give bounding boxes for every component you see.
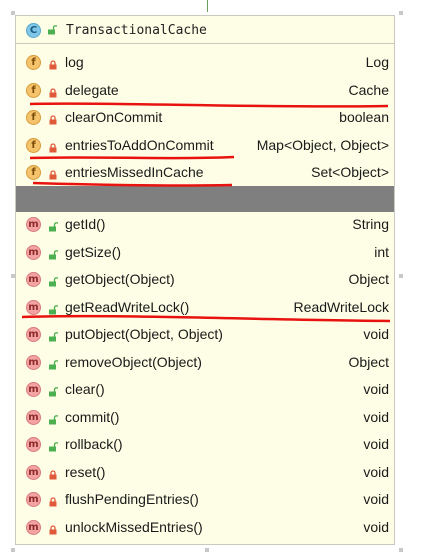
method-row[interactable]: m getSize() int <box>16 239 394 266</box>
unlock-icon <box>48 412 59 424</box>
field-icon: f <box>26 165 41 180</box>
lock-icon <box>48 85 58 97</box>
method-icon: m <box>26 464 41 480</box>
method-name: getId() <box>65 216 106 232</box>
method-name: putObject(Object, Object) <box>65 326 223 342</box>
field-type: Log <box>365 54 389 70</box>
field-name: delegate <box>65 81 119 98</box>
unlock-icon <box>48 357 59 369</box>
class-name: TransactionalCache <box>66 23 207 38</box>
method-icon: m <box>26 437 41 452</box>
lock-icon <box>48 494 58 507</box>
method-row[interactable]: m getReadWriteLock() ReadWriteLock <box>16 294 394 321</box>
return-type: String <box>352 216 389 232</box>
return-type: void <box>363 463 389 480</box>
return-type: void <box>363 518 389 535</box>
unlock-icon <box>48 25 57 35</box>
method-icon: m <box>26 217 41 232</box>
unlock-icon <box>48 329 59 342</box>
method-name: getObject(Object) <box>65 271 175 287</box>
method-name: getSize() <box>65 243 122 260</box>
unlock-icon <box>48 247 59 259</box>
method-icon: m <box>26 244 41 260</box>
method-row[interactable]: m removeObject(Object) Object <box>16 349 394 376</box>
field-row[interactable]: f log Log <box>16 49 394 76</box>
field-row[interactable]: f entriesToAddOnCommit Map<Object, Object> <box>16 132 394 159</box>
return-type: void <box>363 408 389 425</box>
field-name: log <box>65 54 84 70</box>
lock-icon <box>48 467 58 479</box>
section-separator <box>16 186 394 212</box>
method-name: rollback() <box>65 436 123 452</box>
field-name: entriesMissedInCache <box>65 164 204 180</box>
method-name: reset() <box>65 463 106 480</box>
resize-handle-bottom-mid[interactable] <box>205 548 209 552</box>
method-icon: m <box>26 272 41 287</box>
method-row[interactable]: m clear() void <box>16 376 394 403</box>
unlock-icon <box>48 384 59 397</box>
method-icon: m <box>26 519 41 535</box>
return-type: int <box>374 243 389 260</box>
unlock-icon <box>48 302 59 314</box>
resize-handle-bottom-left[interactable] <box>11 548 15 552</box>
method-name: removeObject(Object) <box>65 353 202 370</box>
field-name: entriesToAddOnCommit <box>65 136 214 153</box>
lock-icon <box>48 167 58 180</box>
return-type: ReadWriteLock <box>293 298 389 315</box>
resize-handle-right-mid[interactable] <box>399 274 403 278</box>
return-type: Object <box>348 353 389 370</box>
field-icon: f <box>26 82 41 98</box>
method-icon: m <box>26 382 41 397</box>
field-type: Map<Object, Object> <box>256 136 389 153</box>
unlock-icon <box>48 219 59 232</box>
field-type: boolean <box>339 109 389 125</box>
method-row[interactable]: m unlockMissedEntries() void <box>16 514 394 541</box>
class-icon: C <box>26 23 41 38</box>
field-name: clearOnCommit <box>65 109 163 125</box>
unlock-icon <box>48 439 59 452</box>
method-icon: m <box>26 299 41 315</box>
field-icon: f <box>26 55 41 70</box>
resize-handle-bottom-right[interactable] <box>399 548 403 552</box>
resize-handle-top-right[interactable] <box>399 11 403 15</box>
class-header: C TransactionalCache <box>16 16 394 44</box>
method-row[interactable]: m getId() String <box>16 211 394 238</box>
method-name: clear() <box>65 381 105 397</box>
method-row[interactable]: m rollback() void <box>16 431 394 458</box>
field-row[interactable]: f entriesMissedInCache Set<Object> <box>16 159 394 186</box>
method-row[interactable]: m putObject(Object, Object) void <box>16 321 394 348</box>
connector-line <box>207 0 208 12</box>
method-icon: m <box>26 409 41 425</box>
field-row[interactable]: f clearOnCommit boolean <box>16 104 394 131</box>
return-type: void <box>363 326 389 342</box>
return-type: void <box>363 491 389 507</box>
class-diagram-node[interactable]: C TransactionalCache f log Log f delegate Cac… <box>15 15 395 545</box>
return-type: void <box>363 381 389 397</box>
method-row[interactable]: m flushPendingEntries() void <box>16 486 394 513</box>
unlock-icon <box>48 274 59 287</box>
method-row[interactable]: m getObject(Object) Object <box>16 266 394 293</box>
method-icon: m <box>26 492 41 507</box>
field-type: Set<Object> <box>311 164 389 180</box>
method-name: flushPendingEntries() <box>65 491 199 507</box>
return-type: Object <box>348 271 389 287</box>
method-icon: m <box>26 327 41 342</box>
field-icon: f <box>26 110 41 125</box>
field-icon: f <box>26 137 41 153</box>
lock-icon <box>48 522 58 534</box>
return-type: void <box>363 436 389 452</box>
lock-icon <box>48 112 58 125</box>
method-row[interactable]: m commit() void <box>16 404 394 431</box>
lock-icon <box>48 140 58 152</box>
method-name: unlockMissedEntries() <box>65 518 203 535</box>
lock-icon <box>48 57 58 70</box>
method-name: commit() <box>65 408 120 425</box>
method-row[interactable]: m reset() void <box>16 459 394 486</box>
method-icon: m <box>26 354 41 370</box>
method-name: getReadWriteLock() <box>65 298 190 315</box>
field-type: Cache <box>348 81 389 98</box>
field-row[interactable]: f delegate Cache <box>16 77 394 104</box>
